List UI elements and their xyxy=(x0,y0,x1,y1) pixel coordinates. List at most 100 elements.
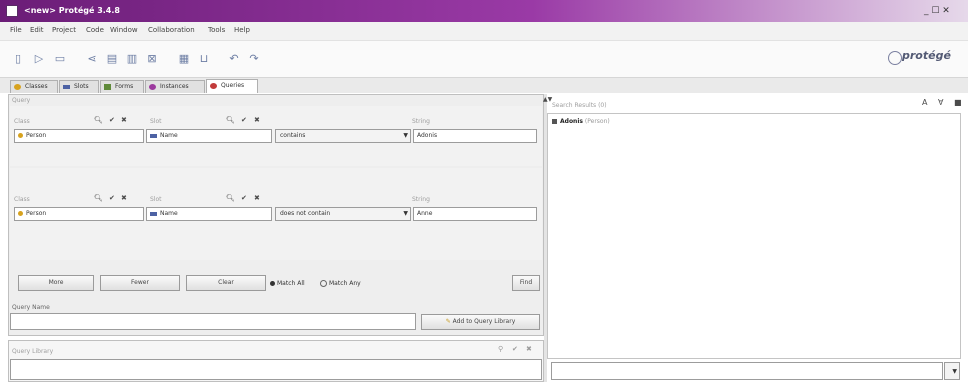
chevron-down-icon: ▼ xyxy=(952,368,957,375)
menu-help[interactable]: Help xyxy=(234,26,250,34)
menu-window[interactable]: Window xyxy=(110,26,138,34)
string-field-1[interactable]: Adonis xyxy=(413,129,537,143)
clear-button[interactable]: Clear xyxy=(186,275,266,291)
class-search-icon-2[interactable]: 🔍︎ xyxy=(94,194,103,202)
view-icon[interactable]: ■ xyxy=(954,98,962,107)
slot-add-icon-1[interactable]: ✔ xyxy=(241,116,247,124)
slot-remove-icon-1[interactable]: ✖ xyxy=(254,116,260,124)
tab-queries-label: Queries xyxy=(221,82,245,89)
query-name-label: Query Name xyxy=(12,304,50,311)
more-button[interactable]: More xyxy=(18,275,94,291)
tab-forms-label: Forms xyxy=(115,83,134,90)
protege-logo-mark-icon xyxy=(888,51,902,65)
library-search-icon[interactable]: ⚲ xyxy=(498,345,503,353)
instances-tab-icon xyxy=(149,84,156,90)
class-remove-icon-1[interactable]: ✖ xyxy=(121,116,127,124)
tab-instances-label: Instances xyxy=(160,83,189,90)
find-icon[interactable]: ⊠ xyxy=(144,52,160,66)
class-icon xyxy=(18,133,23,138)
chart-icon[interactable]: ▦ xyxy=(176,52,192,66)
paste-icon[interactable]: ▥ xyxy=(124,52,140,66)
add-library-icon: ✎ xyxy=(445,318,453,325)
slot-label-2: Slot xyxy=(150,196,162,203)
library-add-icon[interactable]: ✔ xyxy=(512,345,518,353)
query-library-label: Query Library xyxy=(12,348,54,355)
tab-instances[interactable]: Instances xyxy=(145,80,205,93)
match-any-radio[interactable]: Match Any xyxy=(320,280,361,287)
class-field-2[interactable]: Person xyxy=(14,207,144,221)
menu-collaboration[interactable]: Collaboration xyxy=(148,26,195,34)
menu-project[interactable]: Project xyxy=(52,26,76,34)
protege-logo: protégé xyxy=(902,49,951,62)
export-icon[interactable]: ⊔ xyxy=(196,52,212,66)
slot-field-1[interactable]: Name xyxy=(146,129,272,143)
query-library-list[interactable] xyxy=(10,359,542,380)
cut-icon[interactable]: ⋖ xyxy=(84,52,100,66)
slot-icon xyxy=(150,211,157,216)
class-field-1[interactable]: Person xyxy=(14,129,144,143)
search-results-list[interactable] xyxy=(547,113,961,359)
undo-icon[interactable]: ↶ xyxy=(226,52,242,66)
add-to-query-library-button[interactable]: ✎ Add to Query Library xyxy=(421,314,540,330)
slot-search-icon-2[interactable]: 🔍︎ xyxy=(226,194,235,202)
save-project-icon[interactable]: ▭ xyxy=(52,52,68,66)
class-remove-icon-2[interactable]: ✖ xyxy=(121,194,127,202)
menu-bar xyxy=(0,22,968,41)
find-button[interactable]: Find xyxy=(512,275,540,291)
match-all-radio[interactable]: Match All xyxy=(270,280,305,287)
tab-queries[interactable]: Queries xyxy=(206,79,258,93)
library-remove-icon[interactable]: ✖ xyxy=(526,345,532,353)
tab-slots-label: Slots xyxy=(74,83,89,90)
results-input[interactable] xyxy=(551,362,943,380)
fewer-button[interactable]: Fewer xyxy=(100,275,180,291)
slot-add-icon-2[interactable]: ✔ xyxy=(241,194,247,202)
results-dropdown[interactable]: ▼ xyxy=(944,362,960,380)
class-value-1: Person xyxy=(26,132,47,139)
copy-icon[interactable]: ▤ xyxy=(104,52,120,66)
protege-app-icon xyxy=(6,5,18,17)
sort-icon xyxy=(552,119,557,124)
slot-search-icon-1[interactable]: 🔍︎ xyxy=(226,116,235,124)
slot-value-1: Name xyxy=(160,132,178,139)
class-label-2: Class xyxy=(14,196,30,203)
menu-edit[interactable]: Edit xyxy=(30,26,44,34)
tab-forms[interactable]: Forms xyxy=(100,80,144,93)
radio-empty-icon xyxy=(320,280,327,287)
class-add-icon-1[interactable]: ✔ xyxy=(109,116,115,124)
view-references-icon[interactable]: A xyxy=(922,98,927,107)
redo-icon[interactable]: ↷ xyxy=(246,52,262,66)
classes-tab-icon xyxy=(14,84,21,90)
open-project-icon[interactable]: ▷ xyxy=(31,52,47,66)
radio-selected-icon xyxy=(270,281,275,286)
slot-remove-icon-2[interactable]: ✖ xyxy=(254,194,260,202)
string-field-2[interactable]: Anne xyxy=(413,207,537,221)
tab-slots[interactable]: Slots xyxy=(59,80,99,93)
slot-value-2: Name xyxy=(160,210,178,217)
menu-tools[interactable]: Tools xyxy=(208,26,225,34)
chevron-down-icon: ▼ xyxy=(403,132,408,139)
menu-file[interactable]: File xyxy=(10,26,22,34)
slots-tab-icon xyxy=(63,85,70,89)
operator-select-1[interactable]: contains ▼ xyxy=(275,129,411,143)
queries-tab-icon xyxy=(210,83,217,89)
title-bar: <new> Protégé 3.4.8 xyxy=(0,0,968,22)
splitter-arrow-icon[interactable]: ▲▼ xyxy=(543,96,552,103)
class-icon xyxy=(18,211,23,216)
results-column-header[interactable]: Adonis (Person) xyxy=(552,117,610,127)
tab-classes-label: Classes xyxy=(25,83,48,90)
new-project-icon[interactable]: ▯ xyxy=(10,52,26,66)
class-search-icon-1[interactable]: 🔍︎ xyxy=(94,116,103,124)
forms-tab-icon xyxy=(104,84,111,90)
slot-field-2[interactable]: Name xyxy=(146,207,272,221)
query-name-input[interactable] xyxy=(10,313,416,330)
menu-code[interactable]: Code xyxy=(86,26,104,34)
window-controls[interactable]: _ ☐ ✕ xyxy=(924,4,950,18)
class-add-icon-2[interactable]: ✔ xyxy=(109,194,115,202)
search-results-header: Search Results (0) xyxy=(552,102,607,109)
operator-value-2: does not contain xyxy=(280,210,331,217)
filter-icon[interactable]: ∀ xyxy=(938,98,943,107)
operator-select-2[interactable]: does not contain ▼ xyxy=(275,207,411,221)
match-all-label: Match All xyxy=(277,280,305,287)
tab-classes[interactable]: Classes xyxy=(10,80,58,93)
results-column-sub: (Person) xyxy=(584,118,610,125)
